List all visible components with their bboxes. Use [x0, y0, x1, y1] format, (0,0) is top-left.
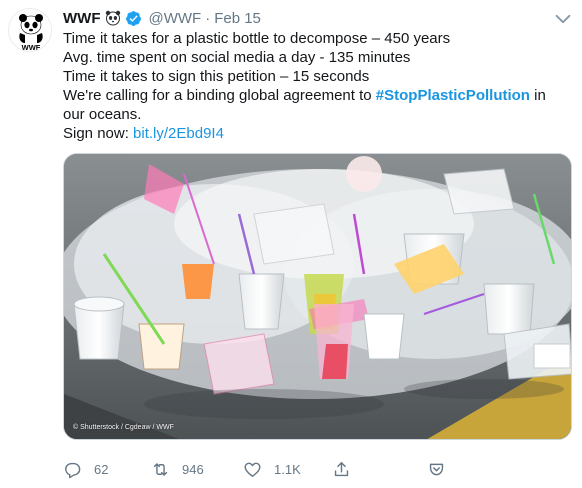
user-handle[interactable]: @WWF — [148, 10, 201, 27]
display-name[interactable]: WWF — [63, 10, 100, 27]
plastic-waste-photo — [64, 154, 571, 439]
tweet-line: We're calling for a binding global agree… — [63, 86, 563, 105]
like-button[interactable]: 1.1K — [243, 456, 301, 482]
tweet-line-text: in — [529, 87, 546, 104]
retweet-button[interactable]: 946 — [151, 456, 204, 482]
chevron-down-icon[interactable] — [552, 8, 574, 30]
tweet[interactable]: WWF WWF @WWF · Feb 15 Time it takes for … — [0, 0, 582, 488]
petition-link[interactable]: bit.ly/2Ebd9I4 — [133, 125, 224, 142]
avatar[interactable]: WWF — [8, 8, 52, 52]
like-count: 1.1K — [274, 461, 301, 477]
wwf-logo-text: WWF — [22, 43, 41, 52]
tweet-text: Time it takes for a plastic bottle to de… — [63, 29, 563, 143]
tweet-line: Sign now: bit.ly/2Ebd9I4 — [63, 124, 563, 143]
share-button[interactable] — [332, 456, 351, 482]
reply-icon — [65, 462, 81, 478]
separator-dot: · — [205, 9, 211, 27]
retweet-count: 946 — [182, 461, 204, 477]
tweet-line: our oceans. — [63, 106, 142, 123]
tweet-line: Time it takes to sign this petition – 15… — [63, 68, 370, 85]
media-credit: © Shutterstock / Cgdeaw / WWF — [73, 424, 174, 431]
tweet-line: Time it takes for a plastic bottle to de… — [63, 30, 451, 47]
hashtag-link[interactable]: #StopPlasticPollution — [376, 87, 530, 104]
reply-count: 62 — [94, 461, 109, 477]
tweet-date[interactable]: Feb 15 — [214, 10, 261, 27]
tweet-actions: 62 946 1.1K — [63, 456, 493, 482]
tweet-header: WWF @WWF · Feb 15 — [63, 8, 261, 28]
panda-emoji-icon — [105, 10, 121, 26]
tweet-line-text: We're calling for a binding global agree… — [63, 87, 376, 104]
tweet-line: Avg. time spent on social media a day - … — [63, 49, 411, 66]
verified-badge-icon — [125, 10, 142, 27]
share-icon — [334, 461, 349, 476]
tweet-line-text: Sign now: — [63, 125, 134, 142]
wwf-panda-logo: WWF — [9, 9, 51, 52]
reply-button[interactable]: 62 — [63, 456, 108, 482]
bookmark-icon — [429, 463, 444, 475]
tweet-media-image[interactable]: © Shutterstock / Cgdeaw / WWF — [63, 153, 572, 440]
bookmark-button[interactable] — [427, 456, 446, 482]
heart-icon — [244, 462, 261, 477]
retweet-icon — [153, 462, 168, 476]
